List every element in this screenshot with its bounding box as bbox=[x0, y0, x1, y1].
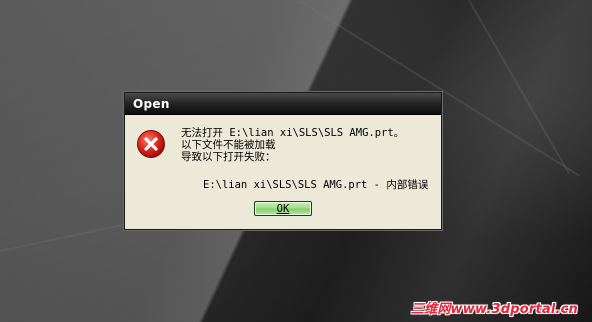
error-icon bbox=[137, 130, 165, 158]
dialog-title: Open bbox=[133, 96, 170, 111]
message-line: 以下文件不能被加载 bbox=[181, 139, 276, 151]
error-message: 无法打开 E:\lian xi\SLS\SLS AMG.prt。 以下文件不能被… bbox=[181, 127, 404, 163]
ok-button[interactable]: OK bbox=[254, 201, 312, 216]
open-error-dialog: Open 无法打开 E:\lian xi\SLS\SLS AMG.prt。 以下… bbox=[124, 92, 442, 230]
message-line: 无法打开 E:\lian xi\SLS\SLS AMG.prt。 bbox=[181, 127, 405, 139]
dialog-title-bar[interactable]: Open bbox=[125, 93, 441, 115]
ok-button-label: OK bbox=[276, 202, 290, 215]
dialog-content: 无法打开 E:\lian xi\SLS\SLS AMG.prt。 以下文件不能被… bbox=[125, 115, 441, 227]
message-line: 导致以下打开失败： bbox=[181, 151, 276, 163]
error-detail: E:\lian xi\SLS\SLS AMG.prt - 内部错误 bbox=[203, 179, 429, 191]
site-watermark: 三维网www.3dportal.cn bbox=[410, 302, 578, 317]
